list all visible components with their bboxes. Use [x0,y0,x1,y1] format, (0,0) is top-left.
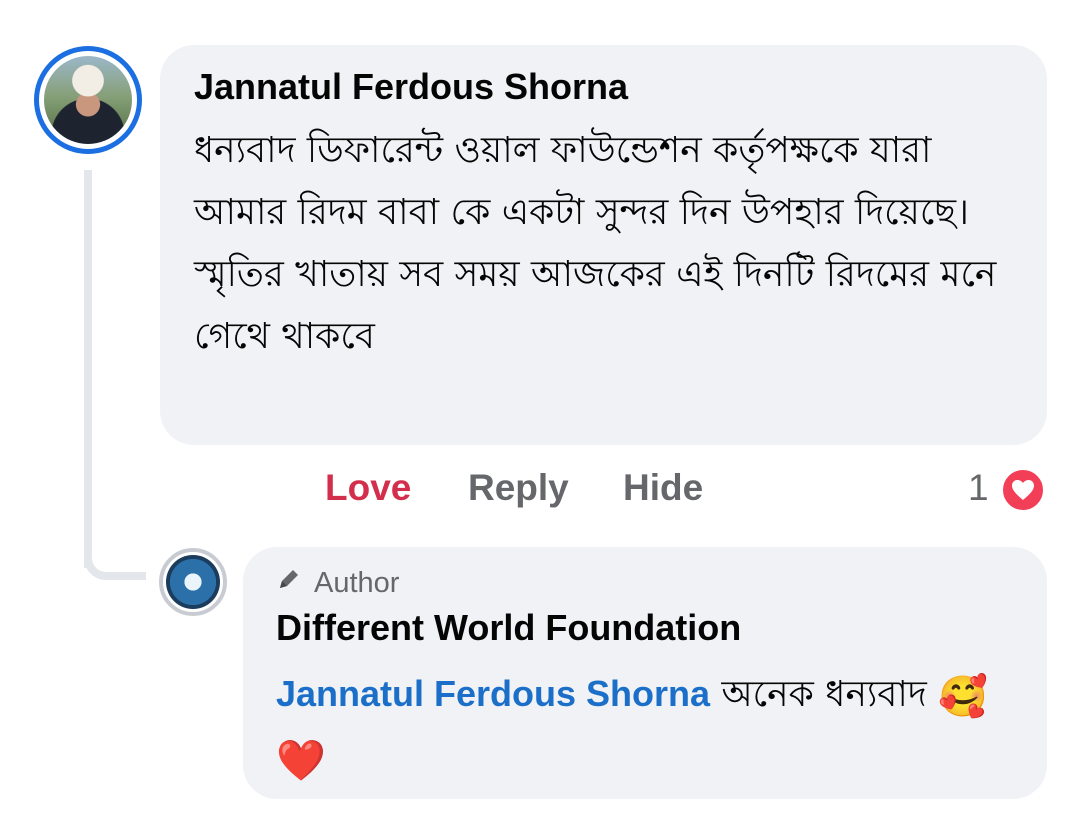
author-badge: Author [276,566,399,600]
red-heart-icon: ❤️ [276,738,326,784]
reply-author-name[interactable]: Different World Foundation [276,607,741,649]
comment-actions: Love Reply Hide 1 [0,463,1080,513]
reaction-count[interactable]: 1 [968,467,989,509]
pencil-icon [276,566,302,600]
foundation-logo [166,555,220,609]
reply-button[interactable]: Reply [468,467,569,509]
mention-link[interactable]: Jannatul Ferdous Shorna [276,673,710,714]
reply-text: Jannatul Ferdous Shorna অনেক ধন্যবাদ 🥰 ❤️ [276,663,1026,792]
avatar[interactable] [34,46,142,154]
heart-icon[interactable] [1000,467,1046,513]
page-avatar[interactable] [159,548,227,616]
smiling-face-with-hearts-icon: 🥰 [938,674,989,720]
hide-button[interactable]: Hide [623,467,703,509]
profile-photo [44,56,132,144]
love-button[interactable]: Love [325,467,411,509]
author-badge-label: Author [314,566,400,599]
comment-text: ধন্যবাদ ডিফারেন্ট ওয়াল ফাউন্ডেশন কর্তৃপ… [194,130,997,357]
thread-connector [84,540,146,580]
reply-message: অনেক ধন্যবাদ [710,674,939,715]
comment-author-name[interactable]: Jannatul Ferdous Shorna [194,66,628,108]
